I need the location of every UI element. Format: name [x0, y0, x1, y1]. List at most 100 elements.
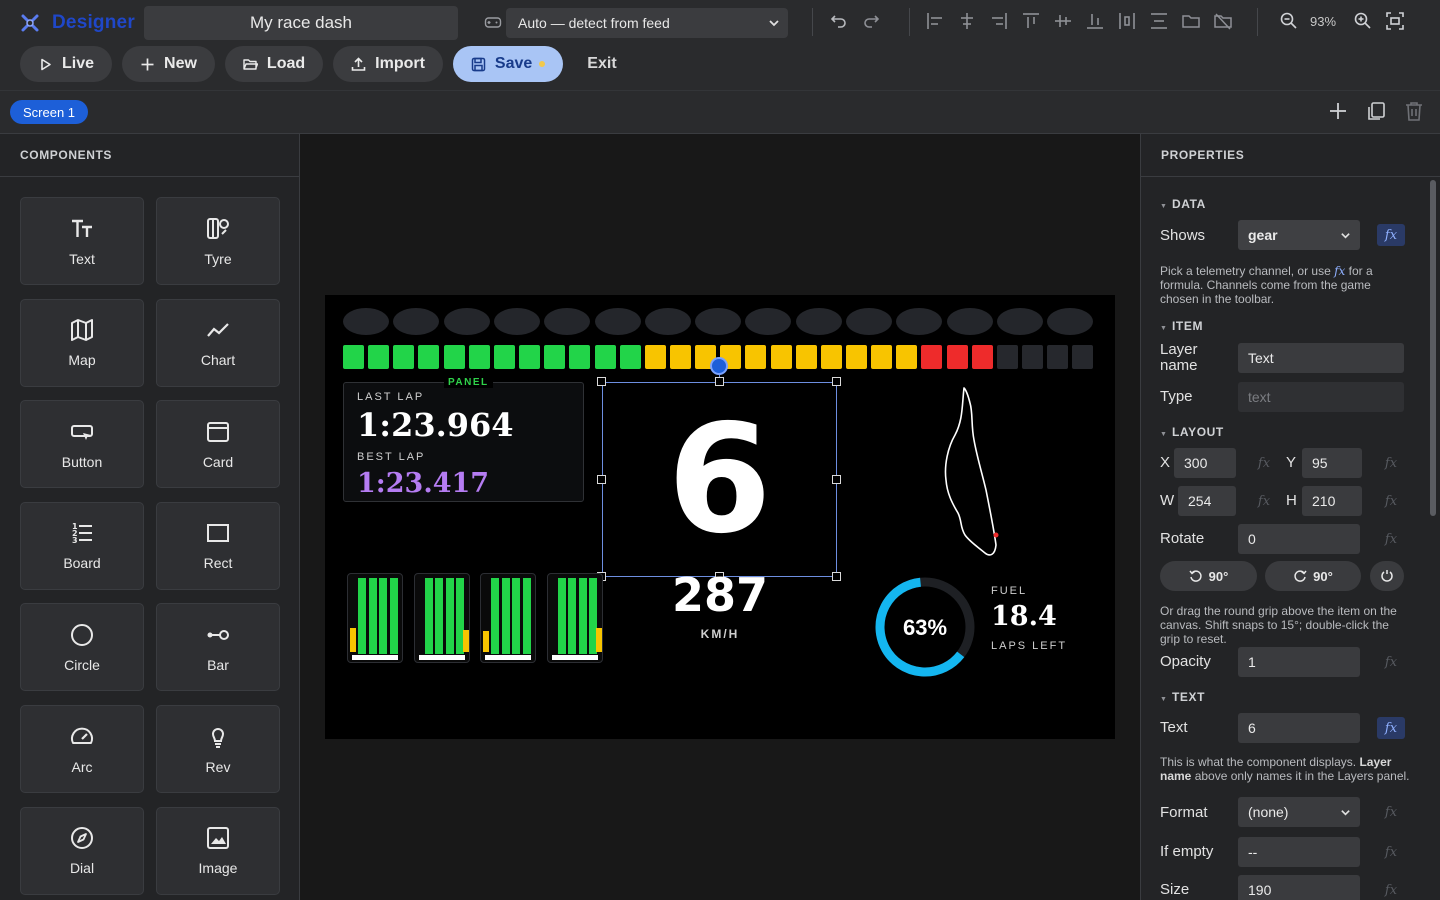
- rev-segment: [795, 345, 817, 369]
- align-left-button[interactable]: [925, 11, 945, 31]
- align-right-button[interactable]: [989, 11, 1009, 31]
- align-top-icon: [1023, 13, 1039, 28]
- rotate-input[interactable]: 0: [1238, 524, 1360, 554]
- shift-light: [896, 308, 943, 335]
- rev-segment: [644, 345, 666, 369]
- shift-light: [1047, 308, 1094, 335]
- rev-segment: [946, 345, 968, 369]
- align-top-button[interactable]: [1021, 11, 1041, 31]
- item-section-header[interactable]: ▼ ITEM: [1160, 319, 1203, 333]
- dash-preview[interactable]: PANEL LAST LAP 1:23.964 BEST LAP 1:23.41…: [325, 295, 1115, 739]
- undo-button[interactable]: [829, 11, 849, 31]
- last-lap-time: 1:23.964: [357, 406, 514, 444]
- x-label: X: [1160, 454, 1171, 471]
- shows-select[interactable]: gear: [1238, 220, 1360, 250]
- align-center-button[interactable]: [957, 11, 977, 31]
- x-formula-button[interactable]: 𝑓x: [1250, 452, 1278, 474]
- gamepad-icon: [484, 17, 502, 28]
- tab-screen-1[interactable]: Screen 1: [10, 100, 89, 124]
- layer-name-input[interactable]: Text: [1238, 343, 1404, 373]
- align-middle-button[interactable]: [1053, 11, 1073, 31]
- lap-panel[interactable]: PANEL LAST LAP 1:23.964 BEST LAP 1:23.41…: [343, 377, 584, 502]
- last-lap-label: LAST LAP: [357, 391, 425, 403]
- resize-handle-nw[interactable]: [597, 377, 606, 386]
- feed-select[interactable]: Auto — detect from feed: [506, 8, 788, 38]
- type-field: text: [1238, 382, 1404, 412]
- live-button[interactable]: Live: [20, 46, 113, 82]
- text-section-header[interactable]: ▼ TEXT: [1160, 690, 1205, 704]
- load-button[interactable]: Load: [224, 46, 324, 82]
- if-empty-formula-button[interactable]: 𝑓x: [1377, 841, 1405, 863]
- track-map[interactable]: [940, 385, 1010, 560]
- h-input[interactable]: 210: [1302, 486, 1362, 516]
- text-formula-button[interactable]: 𝑓x: [1377, 717, 1405, 739]
- rotate-formula-button[interactable]: 𝑓x: [1377, 528, 1405, 550]
- x-input[interactable]: 300: [1174, 448, 1236, 478]
- resize-handle-e[interactable]: [832, 475, 841, 484]
- rotate-ccw-button[interactable]: 90°: [1160, 561, 1257, 591]
- resize-handle-se[interactable]: [832, 572, 841, 581]
- y-input[interactable]: 95: [1302, 448, 1362, 478]
- opacity-input[interactable]: 1: [1238, 647, 1360, 677]
- component-arc[interactable]: Arc: [20, 705, 144, 793]
- y-formula-button[interactable]: 𝑓x: [1377, 452, 1405, 474]
- format-formula-button[interactable]: 𝑓x: [1377, 801, 1405, 823]
- component-rev[interactable]: Rev: [156, 705, 280, 793]
- component-card[interactable]: Card: [156, 400, 280, 489]
- text-value-input[interactable]: 6: [1238, 713, 1360, 743]
- fuel-percent: 63%: [902, 615, 948, 640]
- component-circle[interactable]: Circle: [20, 603, 144, 692]
- import-button[interactable]: Import: [333, 46, 443, 82]
- properties-scrollbar[interactable]: [1430, 180, 1436, 516]
- gear-text-item[interactable]: 6: [597, 357, 841, 581]
- data-section-header[interactable]: ▼ DATA: [1160, 197, 1206, 211]
- layout-section-header[interactable]: ▼ LAYOUT: [1160, 425, 1224, 439]
- format-select[interactable]: (none): [1238, 797, 1360, 827]
- align-bottom-button[interactable]: [1085, 11, 1105, 31]
- component-label: Card: [202, 453, 234, 470]
- align-bottom-icon: [1087, 14, 1103, 29]
- component-label: Image: [198, 860, 238, 877]
- if-empty-input[interactable]: --: [1238, 837, 1360, 867]
- w-input[interactable]: 254: [1178, 486, 1236, 516]
- dash-title-input[interactable]: My race dash: [144, 6, 458, 40]
- component-image[interactable]: Image: [156, 806, 280, 895]
- resize-handle-ne[interactable]: [832, 377, 841, 386]
- toolbar-divider: [909, 8, 910, 36]
- rotate-cw-button[interactable]: 90°: [1265, 561, 1361, 591]
- h-formula-button[interactable]: 𝑓x: [1377, 490, 1405, 512]
- upload-icon: [351, 56, 366, 71]
- save-button[interactable]: Save: [452, 46, 564, 82]
- resize-handle-w[interactable]: [597, 475, 606, 484]
- size-formula-button[interactable]: 𝑓x: [1377, 879, 1405, 900]
- shift-light: [544, 308, 591, 335]
- component-button[interactable]: Button: [20, 400, 144, 489]
- track-outline: [944, 387, 997, 556]
- component-map[interactable]: Map: [20, 298, 144, 387]
- toolbar-divider: [812, 8, 813, 36]
- reset-rotation-button[interactable]: [1370, 561, 1404, 591]
- size-input[interactable]: 190: [1238, 875, 1360, 900]
- component-bar[interactable]: Bar: [156, 603, 280, 692]
- resize-handle-n[interactable]: [715, 377, 724, 386]
- redo-button[interactable]: [861, 11, 881, 31]
- component-tyre[interactable]: Tyre: [156, 197, 280, 285]
- opacity-formula-button[interactable]: 𝑓x: [1377, 651, 1405, 673]
- rotation-grip-handle[interactable]: [710, 357, 728, 375]
- component-dial[interactable]: Dial: [20, 806, 144, 895]
- shows-formula-button[interactable]: 𝑓x: [1377, 224, 1405, 246]
- chevron-down-icon: [1341, 810, 1350, 816]
- component-board[interactable]: 1 2 3 Board: [20, 501, 144, 590]
- component-chart[interactable]: Chart: [156, 298, 280, 387]
- best-lap-label: BEST LAP: [357, 451, 426, 463]
- shows-help-text: Pick a telemetry channel, or use fx for …: [1160, 264, 1410, 306]
- new-button[interactable]: New: [122, 46, 215, 82]
- component-rect[interactable]: Rect: [156, 501, 280, 590]
- exit-button[interactable]: Exit: [573, 46, 630, 82]
- data-section-title: DATA: [1172, 197, 1206, 211]
- distribute-horizontal-button[interactable]: [1117, 11, 1137, 31]
- canvas-area[interactable]: PANEL LAST LAP 1:23.964 BEST LAP 1:23.41…: [300, 134, 1140, 900]
- w-formula-button[interactable]: 𝑓x: [1250, 490, 1278, 512]
- rotate-cw-label: 90°: [1313, 568, 1333, 584]
- component-text[interactable]: Text: [20, 197, 144, 285]
